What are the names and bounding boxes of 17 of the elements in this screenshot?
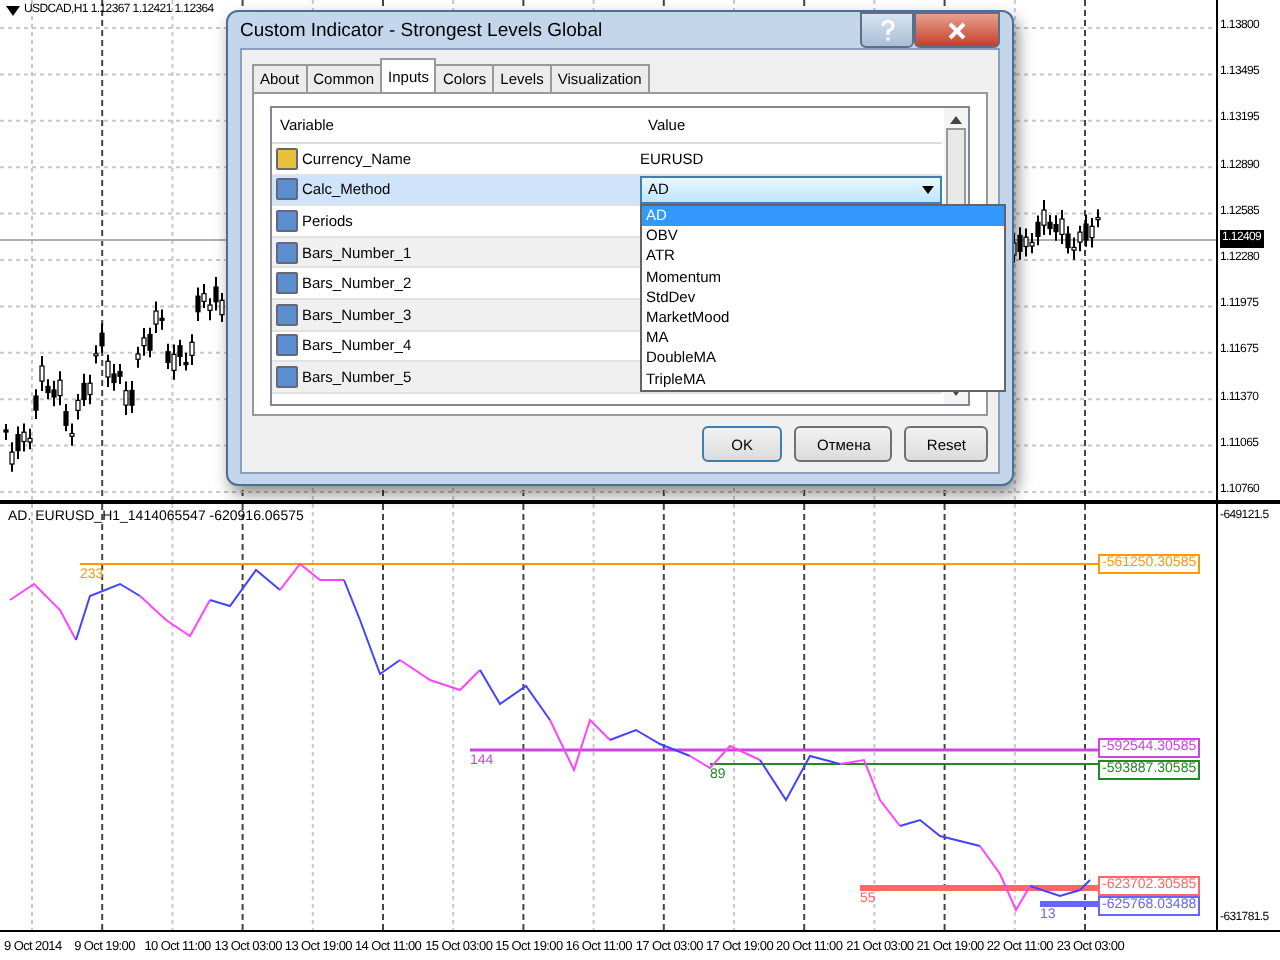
window-title: Custom Indicator - Strongest Levels Global (240, 19, 603, 41)
close-button[interactable] (914, 12, 1000, 48)
variable-icon (276, 241, 298, 264)
variable-icon (276, 303, 298, 326)
question-mark-icon (879, 19, 895, 41)
level-line (1040, 901, 1100, 907)
variable-icon (276, 272, 298, 295)
variable-icon (276, 209, 298, 232)
close-icon (948, 21, 966, 39)
dropdown-arrow-icon (922, 185, 934, 194)
variable-icon (276, 334, 298, 357)
scroll-up-icon[interactable] (950, 116, 962, 124)
dropdown-arrow-icon[interactable] (6, 5, 20, 15)
help-button[interactable] (860, 12, 914, 48)
variable-icon (276, 147, 298, 170)
variable-icon (276, 178, 298, 201)
variable-icon (276, 365, 298, 388)
